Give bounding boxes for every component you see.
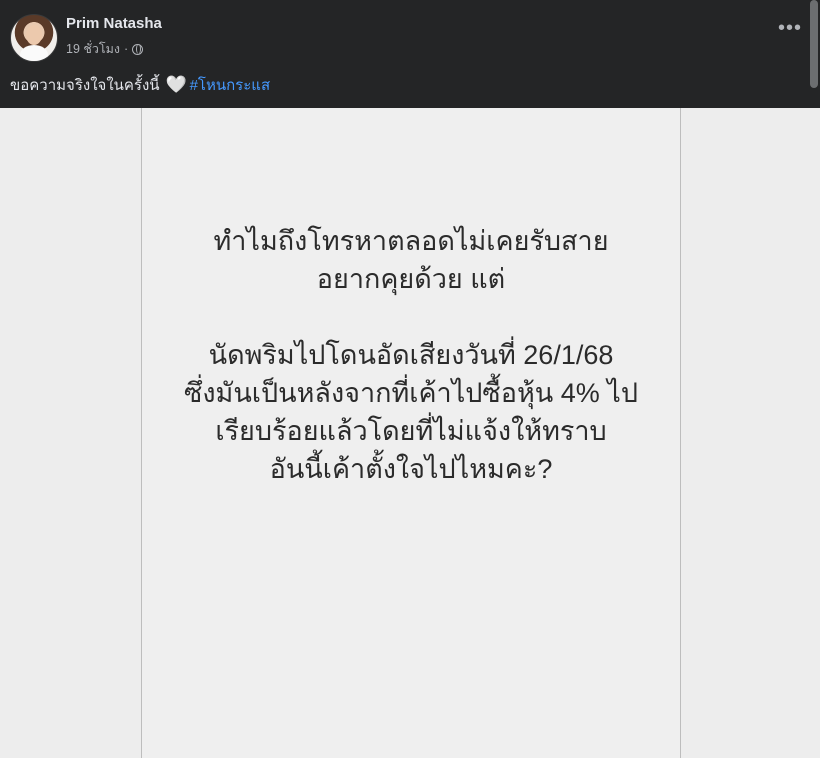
image-margin-left (0, 108, 142, 758)
card-line-6: อันนี้เค้าตั้งใจไปไหมคะ? (269, 454, 553, 484)
card-line-5: เรียบร้อยแล้วโดยที่ไม่แจ้งให้ทราบ (215, 416, 607, 446)
card-line-2: อยากคุยด้วย แต่ (316, 264, 506, 294)
more-options-button[interactable]: ••• (778, 18, 802, 38)
author-avatar[interactable] (10, 14, 58, 62)
scrollbar-thumb[interactable] (810, 0, 818, 88)
card-text-block: ทำไมถึงโทรหาตลอดไม่เคยรับสาย อยากคุยด้วย… (142, 222, 680, 488)
card-line-3: นัดพริมไปโดนอัดเสียงวันที่ 26/1/68 (208, 340, 614, 370)
card-line-4: ซึ่งมันเป็นหลังจากที่เค้าไปซื้อหุ้น 4% ไ… (184, 378, 638, 408)
card-line-1: ทำไมถึงโทรหาตลอดไม่เคยรับสาย (213, 226, 609, 256)
post-time[interactable]: 19 ชั่วโมง (66, 39, 120, 59)
meta-separator: · (123, 42, 129, 56)
heart-icon: 🤍 (165, 75, 187, 94)
scrollbar[interactable] (808, 0, 818, 100)
hashtag-link[interactable]: #โหนกระแส (190, 73, 271, 97)
post-caption: ขอความจริงใจในครั้งนี้ 🤍 #โหนกระแส (10, 73, 270, 97)
post-header: Prim Natasha 19 ชั่วโมง · ••• ขอความจริง… (0, 0, 820, 108)
avatar-face (26, 25, 42, 45)
image-margin-right (680, 108, 820, 758)
post-meta: 19 ชั่วโมง · (66, 39, 144, 59)
facebook-post: Prim Natasha 19 ชั่วโมง · ••• ขอความจริง… (0, 0, 820, 758)
avatar-body (20, 45, 48, 61)
more-icon: ••• (777, 17, 802, 39)
caption-text: ขอความจริงใจในครั้งนี้ (10, 77, 160, 94)
author-name[interactable]: Prim Natasha (66, 15, 162, 32)
post-image[interactable]: ทำไมถึงโทรหาตลอดไม่เคยรับสาย อยากคุยด้วย… (0, 108, 820, 758)
text-card: ทำไมถึงโทรหาตลอดไม่เคยรับสาย อยากคุยด้วย… (142, 108, 680, 758)
card-gap (142, 298, 680, 336)
globe-icon[interactable] (132, 43, 144, 55)
